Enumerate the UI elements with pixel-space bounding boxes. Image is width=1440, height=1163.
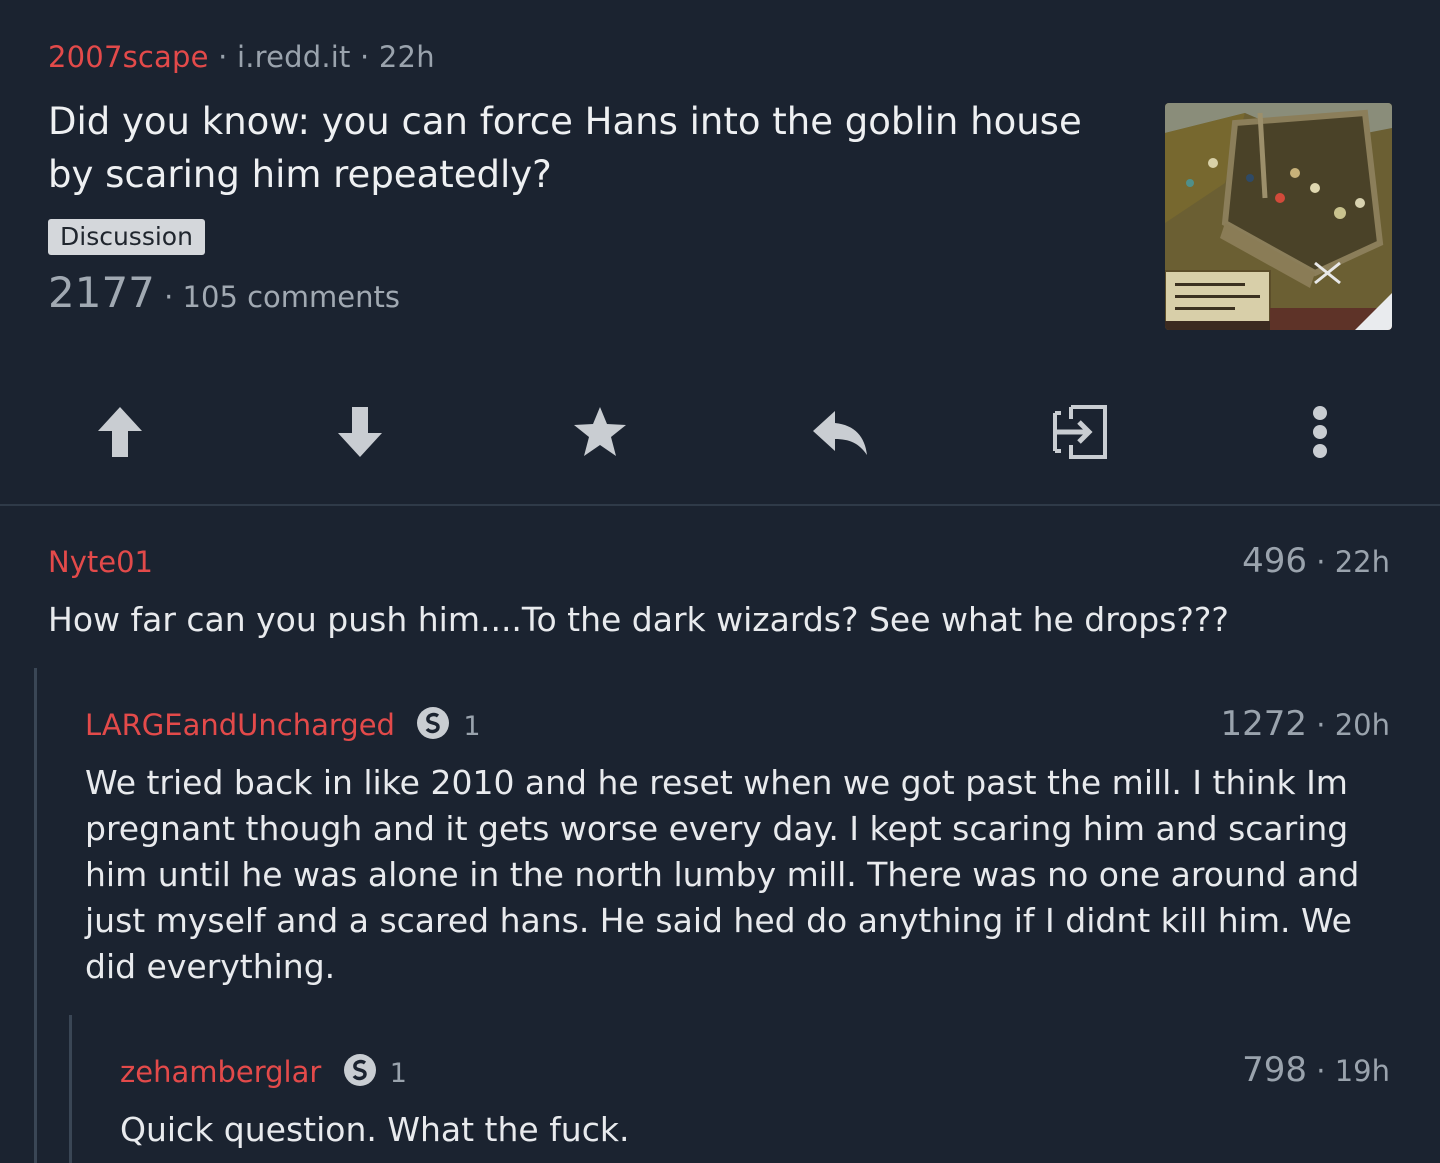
comment-author[interactable]: Nyte01 bbox=[48, 544, 153, 580]
more-icon bbox=[1313, 406, 1327, 458]
post-score: 2177 bbox=[48, 268, 155, 317]
post-action-bar bbox=[0, 400, 1440, 464]
comment-score-line: 496 · 22h bbox=[1242, 543, 1390, 580]
comment-body: We tried back in like 2010 and he reset … bbox=[85, 763, 1360, 986]
post-stats: 2177 · 105 comments bbox=[48, 269, 1128, 321]
star-icon bbox=[574, 407, 626, 456]
meta-separator: · bbox=[1316, 1054, 1326, 1088]
share-icon bbox=[1053, 405, 1107, 459]
comment-score-line: 798 · 19h bbox=[1242, 1052, 1390, 1089]
comment-score: 496 bbox=[1242, 541, 1308, 581]
thumbnail-image bbox=[1165, 103, 1392, 330]
comment-count[interactable]: 105 comments bbox=[183, 280, 400, 314]
comment-username[interactable]: zehamberglar bbox=[120, 1055, 321, 1089]
comment-body: Quick question. What the fuck. bbox=[120, 1110, 630, 1149]
comment-score-line: 1272 · 20h bbox=[1221, 706, 1390, 743]
upvote-icon bbox=[98, 407, 142, 457]
meta-separator: · bbox=[218, 40, 228, 74]
badge-count: 1 bbox=[463, 711, 481, 742]
thread-line[interactable] bbox=[34, 668, 37, 1163]
meta-separator: · bbox=[1316, 708, 1326, 742]
thread-line[interactable] bbox=[69, 1015, 72, 1163]
comment-username[interactable]: LARGEandUncharged bbox=[85, 708, 395, 742]
comment-author[interactable]: zehamberglar 1 bbox=[120, 1053, 407, 1095]
post-header: 2007scape · i.redd.it · 22h Did you know… bbox=[48, 38, 1128, 321]
upvote-button[interactable] bbox=[88, 400, 152, 464]
post-meta: 2007scape · i.redd.it · 22h bbox=[48, 38, 1128, 76]
comment-age: 20h bbox=[1334, 708, 1390, 742]
comment-body: How far can you push him....To the dark … bbox=[48, 600, 1229, 639]
reply-button[interactable] bbox=[808, 400, 872, 464]
more-options-button[interactable] bbox=[1288, 400, 1352, 464]
comment-username[interactable]: Nyte01 bbox=[48, 545, 153, 579]
meta-separator: · bbox=[360, 40, 370, 74]
comment-age: 19h bbox=[1334, 1054, 1390, 1088]
post-title[interactable]: Did you know: you can force Hans into th… bbox=[48, 95, 1128, 201]
section-divider bbox=[0, 504, 1440, 506]
s-badge-icon bbox=[343, 1053, 377, 1095]
post-age: 22h bbox=[378, 40, 435, 74]
reply-icon bbox=[813, 411, 867, 455]
s-badge-icon bbox=[416, 706, 450, 748]
save-button[interactable] bbox=[568, 400, 632, 464]
share-button[interactable] bbox=[1048, 400, 1112, 464]
comment-score: 1272 bbox=[1220, 704, 1308, 744]
comment-author[interactable]: LARGEandUncharged 1 bbox=[85, 706, 481, 748]
post-flair[interactable]: Discussion bbox=[48, 219, 205, 255]
subreddit-link[interactable]: 2007scape bbox=[48, 40, 209, 74]
comment-age: 22h bbox=[1334, 545, 1390, 579]
post-thumbnail[interactable] bbox=[1165, 103, 1392, 330]
meta-separator: · bbox=[164, 280, 174, 314]
downvote-icon bbox=[338, 407, 382, 457]
post-domain[interactable]: i.redd.it bbox=[237, 40, 351, 74]
badge-count: 1 bbox=[389, 1058, 407, 1089]
meta-separator: · bbox=[1316, 545, 1326, 579]
comment-score: 798 bbox=[1242, 1050, 1308, 1090]
downvote-button[interactable] bbox=[328, 400, 392, 464]
